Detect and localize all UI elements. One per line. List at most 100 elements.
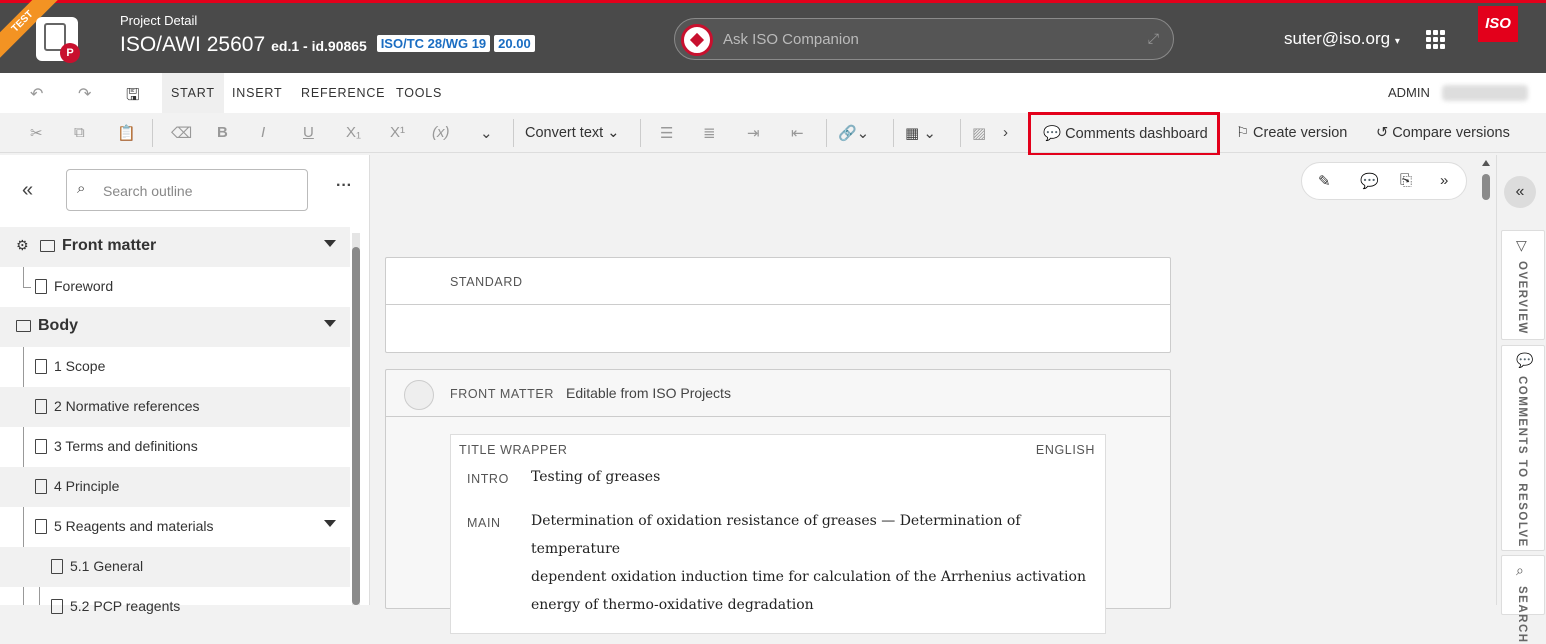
outline-item[interactable]: 2 Normative references — [0, 387, 350, 427]
collapse-sidebar-icon[interactable]: « — [22, 179, 33, 202]
save-icon[interactable]: 🖫 — [126, 84, 140, 111]
main-title-line: energy of thermo-oxidative degradation — [531, 597, 814, 613]
intro-text[interactable]: Testing of greases — [531, 463, 660, 491]
blurred-username — [1442, 85, 1528, 101]
eraser-icon[interactable]: ⌫ — [171, 124, 192, 142]
document-icon — [51, 599, 63, 614]
sidebar-scrollbar[interactable] — [352, 233, 360, 605]
tab-overview[interactable]: ▽ OVERVIEW — [1501, 230, 1545, 340]
history-icon: ↺ — [1376, 125, 1389, 141]
standard-card[interactable]: STANDARD — [385, 257, 1171, 353]
comment-icon[interactable]: 💬 — [1360, 172, 1379, 190]
intro-label: INTRO — [467, 472, 509, 486]
expand-panel-icon[interactable]: « — [1504, 176, 1536, 208]
tab-reference[interactable]: REFERENCE — [292, 73, 394, 113]
document-icon — [51, 559, 63, 574]
export-icon[interactable]: ⎘ — [1400, 172, 1412, 189]
image-icon[interactable]: ▨ — [972, 124, 986, 142]
table-icon[interactable]: ▦ ⌄ — [905, 124, 936, 142]
outline-item[interactable]: 3 Terms and definitions — [0, 427, 350, 467]
cut-icon[interactable]: ✂ — [30, 124, 43, 142]
expand-right-icon[interactable]: » — [1440, 172, 1448, 189]
tab-search[interactable]: ⌕ SEARCH — [1501, 555, 1545, 644]
convert-text-label: Convert text — [525, 125, 604, 141]
undo-icon[interactable]: ↶ — [30, 84, 43, 104]
front-matter-card[interactable]: FRONT MATTER Editable from ISO Projects … — [385, 369, 1171, 634]
create-version-label: Create version — [1253, 125, 1348, 141]
scrollbar-thumb[interactable] — [352, 247, 360, 605]
outline-item[interactable]: 5 Reagents and materials — [0, 507, 350, 547]
ribbon-tabs: ↶ ↷ 🖫 START INSERT REFERENCE TOOLS ADMIN — [0, 73, 1546, 113]
outline-item-label: 2 Normative references — [54, 398, 200, 414]
main-title-text[interactable]: Determination of oxidation resistance of… — [531, 507, 1091, 619]
main-title-label: MAIN — [467, 516, 501, 530]
tab-tools[interactable]: TOOLS — [387, 73, 451, 113]
stage-chip[interactable]: 20.00 — [494, 35, 535, 52]
edit-icon[interactable]: ✎ — [1318, 172, 1331, 190]
outline-item-foreword[interactable]: Foreword — [0, 267, 350, 307]
overview-label: OVERVIEW — [1516, 261, 1528, 335]
outline-front-matter[interactable]: ⚙ Front matter — [0, 227, 350, 267]
bullet-list-icon[interactable]: ☰ — [660, 124, 673, 142]
iso-logo: ISO — [1478, 6, 1518, 42]
apps-grid-icon[interactable] — [1426, 30, 1445, 49]
tab-comments-to-resolve[interactable]: 💬 COMMENTS TO RESOLVE — [1501, 345, 1545, 551]
editor-scrollbar[interactable] — [1482, 160, 1490, 605]
lock-user-icon: ⚙ — [16, 237, 29, 253]
scrollbar-thumb[interactable] — [1482, 174, 1490, 200]
app-badge: P — [60, 43, 80, 63]
outline-subitem[interactable]: 5.1 General — [0, 547, 350, 587]
language-label: ENGLISH — [1035, 443, 1095, 457]
outline-subitem-label: 5.1 General — [70, 558, 144, 574]
caret-down-icon[interactable] — [324, 320, 336, 327]
copy-icon[interactable]: ⧉ — [74, 124, 85, 141]
indent-icon[interactable]: ⇥ — [747, 124, 760, 142]
expand-icon[interactable]: ⤢ — [1148, 30, 1159, 47]
right-panel-rail: « ▽ OVERVIEW 💬 COMMENTS TO RESOLVE ⌕ SEA… — [1496, 155, 1546, 644]
tab-start[interactable]: START — [162, 73, 224, 113]
title-wrapper[interactable]: TITLE WRAPPER ENGLISH INTRO Testing of g… — [450, 434, 1106, 634]
subscript-icon[interactable]: X₁ — [346, 124, 361, 141]
user-email: suter@iso.org — [1284, 29, 1391, 48]
formula-icon[interactable]: (x) — [432, 124, 450, 141]
search-icon: ⌕ — [77, 180, 86, 197]
search-label: SEARCH — [1516, 586, 1528, 644]
committee-chip[interactable]: ISO/TC 28/WG 19 — [376, 35, 491, 52]
ask-companion-input[interactable]: Ask ISO Companion ⤢ — [674, 18, 1174, 60]
convert-text-dropdown[interactable]: Convert text ⌄ — [525, 125, 619, 141]
link-icon[interactable]: 🔗⌄ — [838, 124, 869, 142]
underline-icon[interactable]: U — [303, 124, 314, 141]
outline-item[interactable]: 1 Scope — [0, 347, 350, 387]
app-logo[interactable]: P — [36, 17, 80, 63]
redo-icon[interactable]: ↷ — [78, 84, 91, 104]
chevron-right-icon[interactable]: › — [1003, 124, 1008, 141]
front-matter-note: Editable from ISO Projects — [566, 385, 731, 401]
caret-down-icon[interactable] — [324, 520, 336, 527]
italic-icon[interactable]: I — [261, 124, 265, 141]
outline-item-label: 4 Principle — [54, 478, 120, 494]
project-label: Project Detail — [120, 13, 198, 28]
outline-body[interactable]: Body — [0, 307, 350, 347]
outline-item[interactable]: 4 Principle — [0, 467, 350, 507]
front-matter-label: Front matter — [62, 237, 157, 254]
compare-versions-button[interactable]: ↺ Compare versions — [1376, 125, 1510, 141]
superscript-icon[interactable]: X¹ — [390, 124, 405, 141]
more-options-icon[interactable]: ··· — [336, 177, 352, 195]
search-outline-input[interactable]: ⌕ Search outline — [66, 169, 308, 211]
top-bar: TEST P Project Detail ISO/AWI 25607 ed.1 … — [0, 0, 1546, 73]
user-menu[interactable]: suter@iso.org ▾ — [1284, 29, 1400, 49]
tab-insert[interactable]: INSERT — [223, 73, 291, 113]
paste-icon[interactable]: 📋 — [117, 124, 136, 142]
main-title-line: dependent oxidation induction time for c… — [531, 569, 1086, 585]
project-id: ISO/AWI 25607 — [120, 33, 266, 56]
caret-down-icon[interactable] — [324, 240, 336, 247]
search-outline-placeholder: Search outline — [103, 183, 193, 199]
front-matter-section-label: FRONT MATTER — [450, 387, 554, 401]
chevron-down-icon[interactable]: ⌄ — [480, 124, 493, 142]
numbered-list-icon[interactable]: ≣ — [703, 124, 716, 142]
create-version-button[interactable]: ⚐ Create version — [1236, 125, 1347, 141]
outline-subitem[interactable]: 5.2 PCP reagents — [0, 587, 350, 627]
outdent-icon[interactable]: ⇤ — [791, 124, 804, 142]
folder-icon — [40, 240, 55, 252]
bold-icon[interactable]: B — [217, 124, 228, 141]
